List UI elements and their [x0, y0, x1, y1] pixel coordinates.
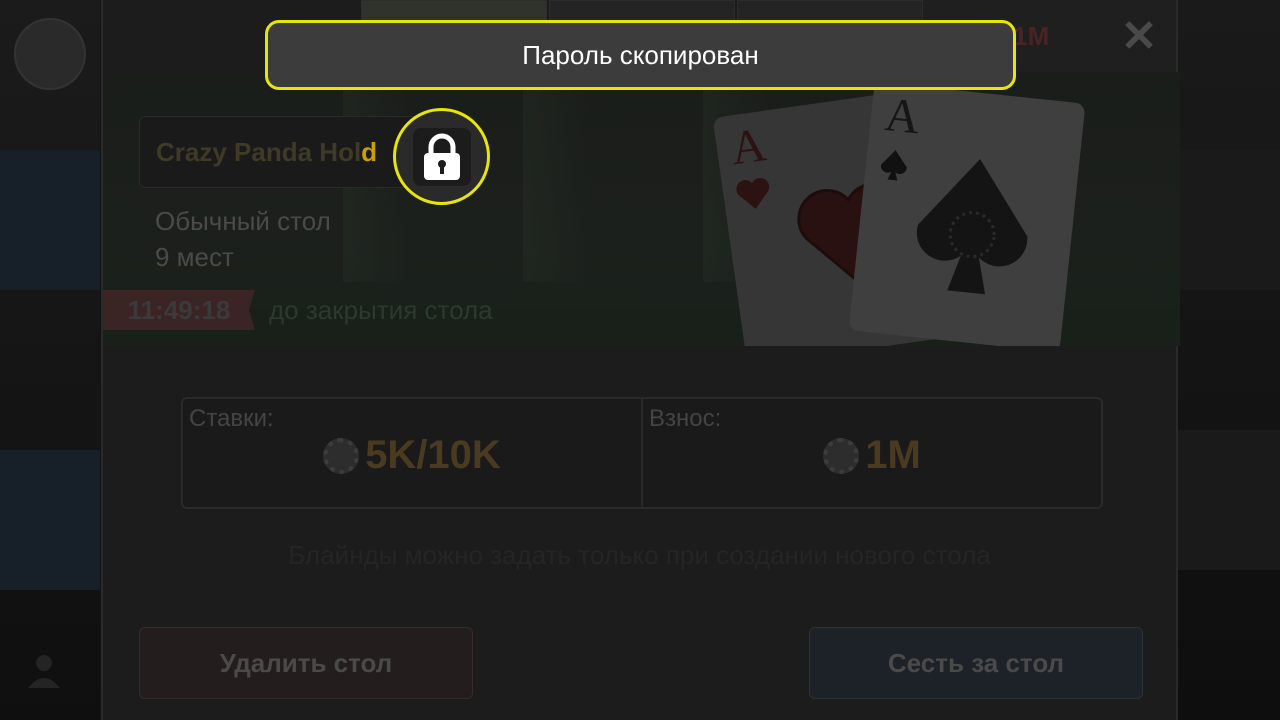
lock-icon	[423, 133, 460, 180]
timer-label: до закрытия стола	[269, 294, 493, 325]
background-left-panel	[0, 0, 100, 720]
buyin-value-row: 1M	[643, 433, 1101, 478]
background-strip	[1178, 150, 1280, 290]
password-copied-toast: Пароль скопирован	[265, 20, 1016, 90]
background-right-panel	[1178, 0, 1280, 720]
card-rank: A	[727, 118, 770, 176]
background-strip	[0, 150, 100, 290]
table-dialog: Hold 'Em Omaha Sit-n-Go 1,71M ✕ Crazy Pa…	[101, 0, 1180, 720]
delete-table-button[interactable]: Удалить стол	[139, 627, 473, 699]
spade-icon	[880, 150, 907, 181]
background-strip	[1178, 430, 1280, 570]
table-seats: 9 мест	[155, 242, 234, 272]
avatar	[14, 18, 86, 90]
chip-icon	[823, 437, 860, 474]
buyin-value: 1M	[865, 433, 921, 477]
stakes-column: Ставки: 5K/10K	[183, 399, 641, 507]
countdown-timer: 11:49:18	[103, 290, 255, 330]
stakes-value: 5K/10K	[365, 433, 501, 477]
card-rank: A	[882, 88, 923, 145]
table-info-panel: Crazy Panda Hol d Обычный стол 9 мест 11:…	[103, 72, 1180, 346]
game-screen: Hold 'Em Omaha Sit-n-Go 1,71M ✕ Crazy Pa…	[0, 0, 1280, 720]
lock-button-inner	[412, 127, 471, 186]
background-strip	[0, 450, 100, 590]
close-button[interactable]: ✕	[1102, 0, 1176, 72]
spade-large-icon	[916, 159, 1028, 295]
curtain-decoration	[523, 72, 593, 282]
table-type: Обычный стол	[155, 206, 331, 236]
heart-icon	[736, 178, 770, 209]
buyin-label: Взнос:	[649, 405, 722, 432]
buyin-column: Взнос: 1M	[641, 399, 1101, 507]
blinds-note: Блайнды можно задать только при создании…	[288, 540, 991, 570]
table-name-tail: d	[361, 136, 378, 167]
lock-button[interactable]	[393, 108, 490, 205]
timer-row: 11:49:18 до закрытия стола	[103, 290, 493, 330]
stakes-panel: Ставки: 5K/10K Взнос: 1M	[181, 397, 1103, 509]
friends-icon	[28, 655, 60, 688]
chip-icon	[323, 437, 360, 474]
ace-of-spades-card: A	[848, 81, 1086, 346]
stakes-label: Ставки:	[189, 405, 274, 432]
table-name-text: Crazy Panda Hol	[156, 136, 362, 167]
stakes-value-row: 5K/10K	[183, 433, 641, 478]
close-icon: ✕	[1120, 11, 1158, 61]
cards-illustration: A A	[712, 81, 1099, 346]
sit-at-table-button[interactable]: Сесть за стол	[809, 627, 1143, 699]
